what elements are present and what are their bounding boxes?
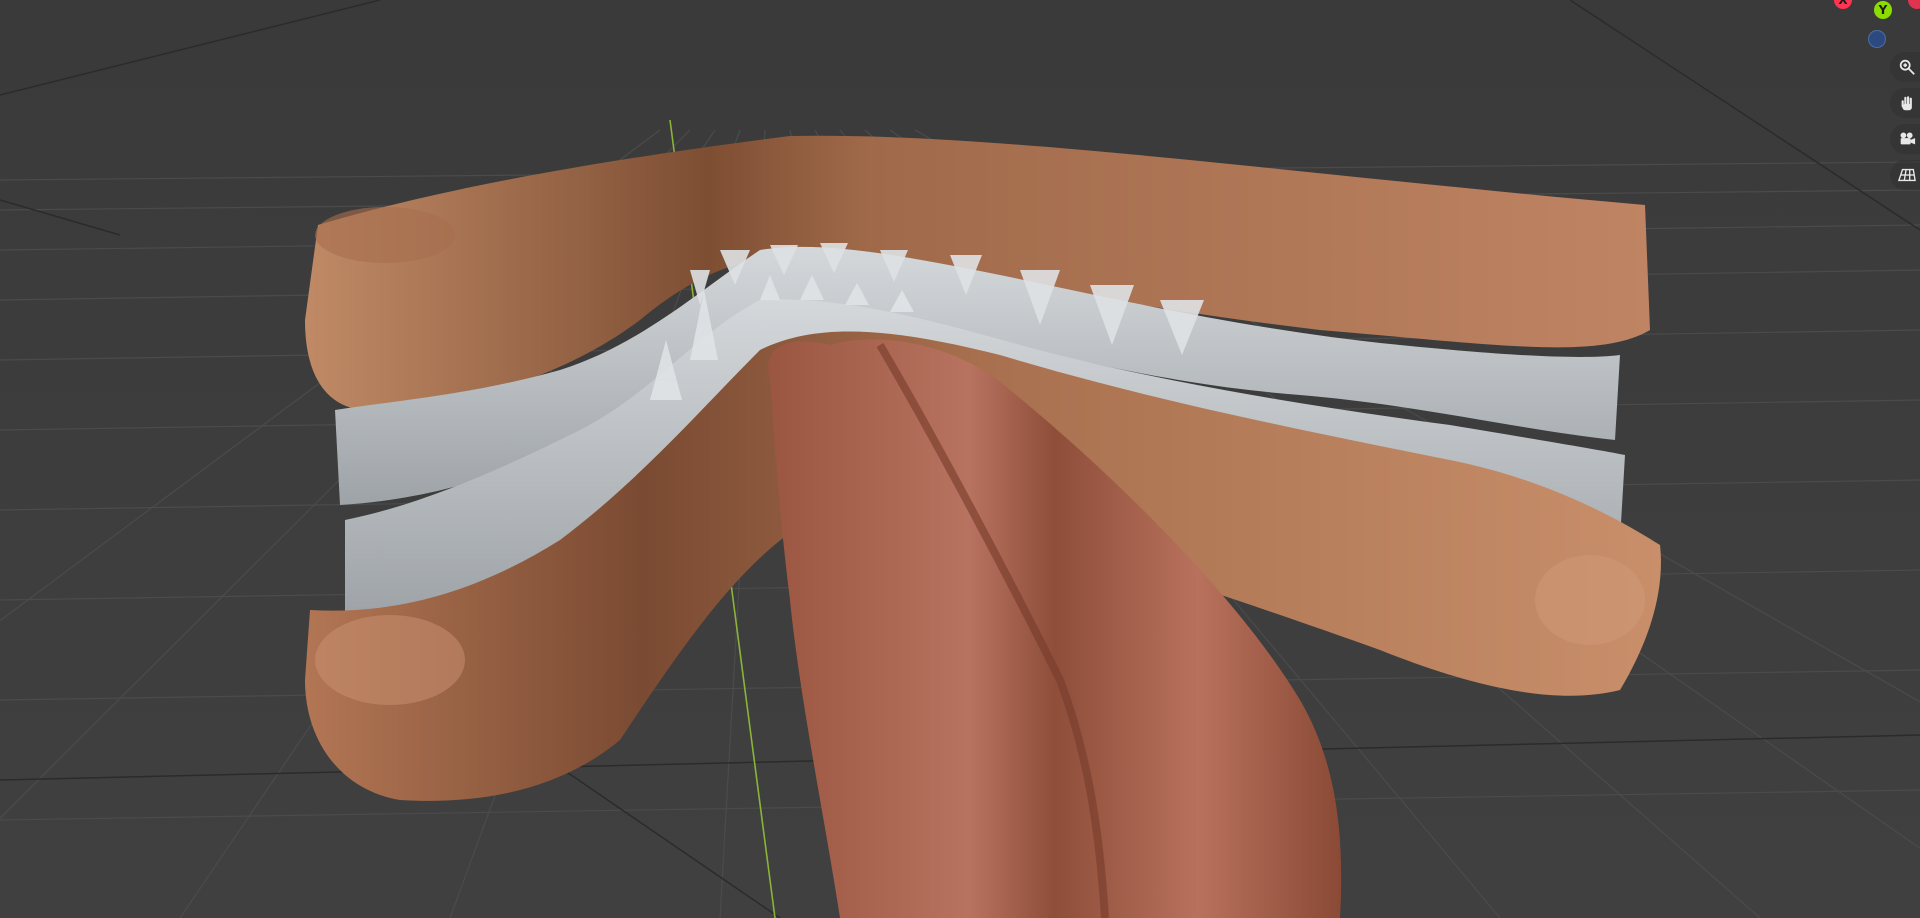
perspective-toggle-button[interactable]: [1890, 160, 1920, 190]
viewport-scene[interactable]: [0, 0, 1920, 918]
pan-button[interactable]: [1890, 88, 1920, 118]
zoom-button[interactable]: [1890, 52, 1920, 82]
3d-viewport[interactable]: X Y: [0, 0, 1920, 918]
hand-pan-icon: [1901, 96, 1912, 111]
camera-view-button[interactable]: [1890, 124, 1920, 154]
navigation-gizmo[interactable]: X Y: [1834, 0, 1920, 60]
grid-perspective-icon: [1898, 168, 1916, 182]
axis-neg-z-button[interactable]: [1868, 30, 1886, 48]
zoom-icon: [1899, 59, 1915, 75]
axis-y-button[interactable]: Y: [1874, 1, 1892, 19]
camera-icon: [1900, 132, 1916, 145]
viewport-navigation-tools: [1890, 52, 1920, 190]
axis-neg-x-button[interactable]: [1908, 0, 1920, 9]
